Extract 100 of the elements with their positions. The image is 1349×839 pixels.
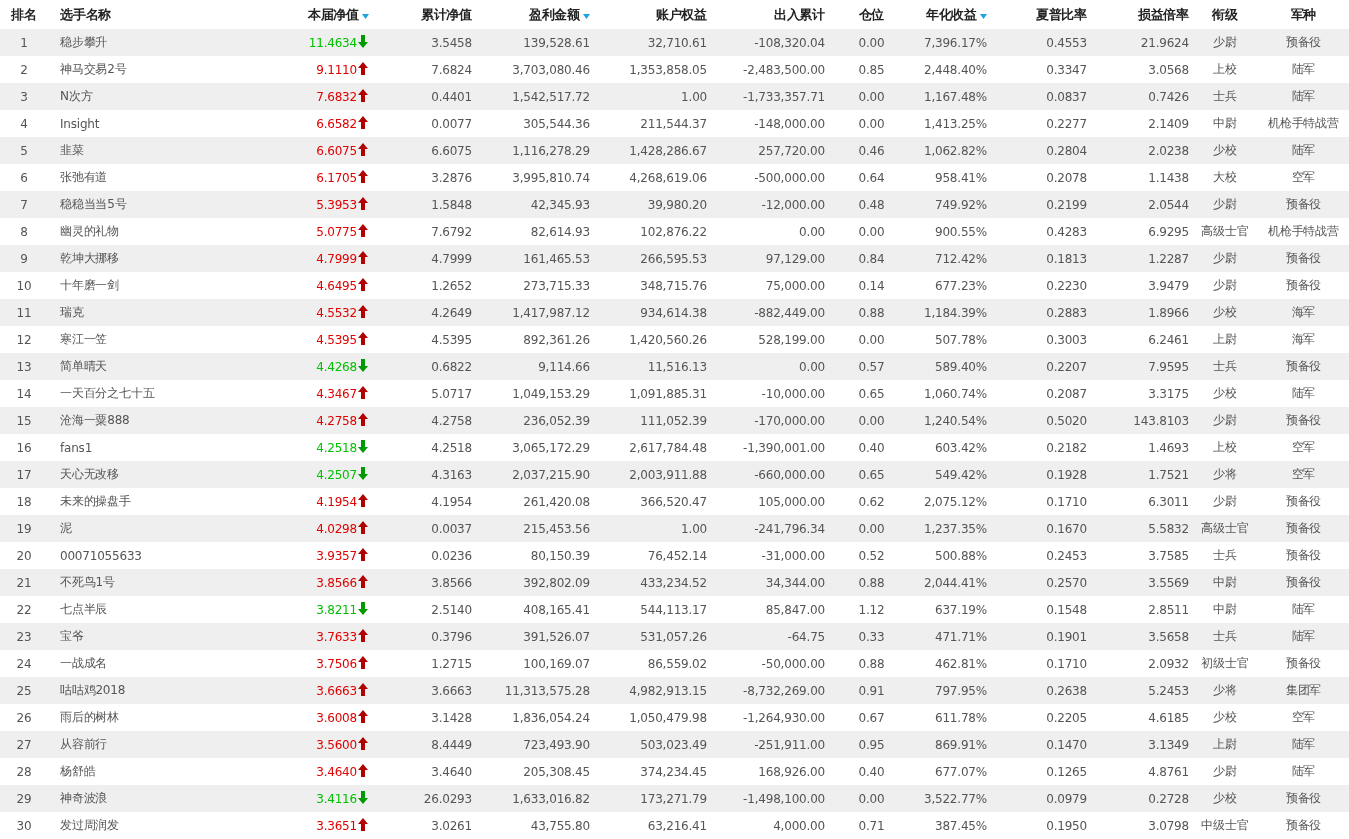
table-cell: 387.45% <box>912 812 990 839</box>
table-cell: 寒江一笠 <box>45 326 290 353</box>
table-cell: 503,023.49 <box>593 731 710 758</box>
table-cell: 28 <box>0 758 45 785</box>
table-cell: -1,733,357.71 <box>710 83 828 110</box>
table-cell: 0.0979 <box>990 785 1090 812</box>
table-cell: 0.4553 <box>990 29 1090 56</box>
column-header[interactable]: 年化收益 <box>912 0 990 29</box>
table-cell: -1,264,930.00 <box>710 704 828 731</box>
table-cell: 797.95% <box>912 677 990 704</box>
table-cell: 1.2287 <box>1090 245 1192 272</box>
table-cell: 10 <box>0 272 45 299</box>
column-header: 军种 <box>1255 0 1349 29</box>
table-cell: 3.9479 <box>1090 272 1192 299</box>
table-cell: 32,710.61 <box>593 29 710 56</box>
table-cell: 0.0077 <box>372 110 475 137</box>
table-cell: 8 <box>0 218 45 245</box>
table-cell: 5.5832 <box>1090 515 1192 542</box>
table-cell: 21.9624 <box>1090 29 1192 56</box>
net-value-text: 3.4116 <box>316 792 357 806</box>
net-value-text: 4.5532 <box>316 306 357 320</box>
table-cell: 80,150.39 <box>475 542 593 569</box>
table-cell: 266,595.53 <box>593 245 710 272</box>
table-cell: 0.4283 <box>990 218 1090 245</box>
table-cell: 1.1438 <box>1090 164 1192 191</box>
table-cell: 934,614.38 <box>593 299 710 326</box>
table-cell: 7.9595 <box>1090 353 1192 380</box>
table-cell: 544,113.17 <box>593 596 710 623</box>
table-cell: 简单晴天 <box>45 353 290 380</box>
table-cell: 11,313,575.28 <box>475 677 593 704</box>
table-cell: 958.41% <box>912 164 990 191</box>
table-cell: 0.2638 <box>990 677 1090 704</box>
table-cell: 陆军 <box>1255 758 1349 785</box>
table-cell: 4.7999 <box>372 245 475 272</box>
table-cell: 43,755.80 <box>475 812 593 839</box>
table-cell: 1,184.39% <box>912 299 990 326</box>
table-cell: 4,268,619.06 <box>593 164 710 191</box>
table-cell: 3.5458 <box>372 29 475 56</box>
table-cell: 4.2649 <box>372 299 475 326</box>
net-value-text: 5.0775 <box>316 225 357 239</box>
table-cell: 0.0837 <box>990 83 1090 110</box>
table-cell: 0.65 <box>828 461 912 488</box>
table-cell: 723,493.90 <box>475 731 593 758</box>
net-value-text: 3.6008 <box>316 711 357 725</box>
table-cell: 中尉 <box>1192 569 1255 596</box>
table-cell: 陆军 <box>1255 596 1349 623</box>
table-cell: 七点半辰 <box>45 596 290 623</box>
table-cell: 42,345.93 <box>475 191 593 218</box>
table-cell: 少尉 <box>1192 272 1255 299</box>
table-cell: 0.88 <box>828 569 912 596</box>
net-value-text: 11.4634 <box>308 36 357 50</box>
net-value-text: 7.6832 <box>316 90 357 104</box>
table-cell: 3.0261 <box>372 812 475 839</box>
column-header: 衔级 <box>1192 0 1255 29</box>
table-cell: 1.00 <box>593 515 710 542</box>
table-cell: 236,052.39 <box>475 407 593 434</box>
table-cell: 1,237.35% <box>912 515 990 542</box>
table-cell: 0.2199 <box>990 191 1090 218</box>
table-cell: 900.55% <box>912 218 990 245</box>
table-cell: 高级士官 <box>1192 218 1255 245</box>
table-cell: 海军 <box>1255 326 1349 353</box>
table-cell: 预备役 <box>1255 191 1349 218</box>
table-cell: 预备役 <box>1255 407 1349 434</box>
table-cell: 23 <box>0 623 45 650</box>
table-cell: 1.2652 <box>372 272 475 299</box>
table-cell: 1,428,286.67 <box>593 137 710 164</box>
column-header[interactable]: 本届净值 <box>290 0 372 29</box>
table-cell: 892,361.26 <box>475 326 593 353</box>
table-cell: 5 <box>0 137 45 164</box>
table-cell: 上尉 <box>1192 326 1255 353</box>
net-value-text: 3.7633 <box>316 630 357 644</box>
table-cell: 26.0293 <box>372 785 475 812</box>
table-cell: 0.2570 <box>990 569 1090 596</box>
net-value-text: 4.7999 <box>316 252 357 266</box>
table-cell: 2,075.12% <box>912 488 990 515</box>
table-cell: 15 <box>0 407 45 434</box>
table-cell: 瑞克 <box>45 299 290 326</box>
table-cell: -2,483,500.00 <box>710 56 828 83</box>
table-cell: 0.00 <box>828 110 912 137</box>
table-cell: 391,526.07 <box>475 623 593 650</box>
table-cell: 749.92% <box>912 191 990 218</box>
table-cell: 2,037,215.90 <box>475 461 593 488</box>
table-cell: 0.00 <box>828 515 912 542</box>
table-cell: 少校 <box>1192 137 1255 164</box>
table-cell: 中尉 <box>1192 596 1255 623</box>
table-cell: 大校 <box>1192 164 1255 191</box>
table-cell: 士兵 <box>1192 353 1255 380</box>
column-header[interactable]: 盈利金额 <box>475 0 593 29</box>
table-cell: 2.5140 <box>372 596 475 623</box>
table-cell: 陆军 <box>1255 56 1349 83</box>
table-cell: 0.2728 <box>1090 785 1192 812</box>
table-cell: 士兵 <box>1192 83 1255 110</box>
table-cell: 500.88% <box>912 542 990 569</box>
table-cell: -170,000.00 <box>710 407 828 434</box>
table-cell: -64.75 <box>710 623 828 650</box>
table-cell: 1,836,054.24 <box>475 704 593 731</box>
net-value-text: 3.9357 <box>316 549 357 563</box>
table-cell: -1,498,100.00 <box>710 785 828 812</box>
table-cell: 16 <box>0 434 45 461</box>
table-cell: 3.2876 <box>372 164 475 191</box>
